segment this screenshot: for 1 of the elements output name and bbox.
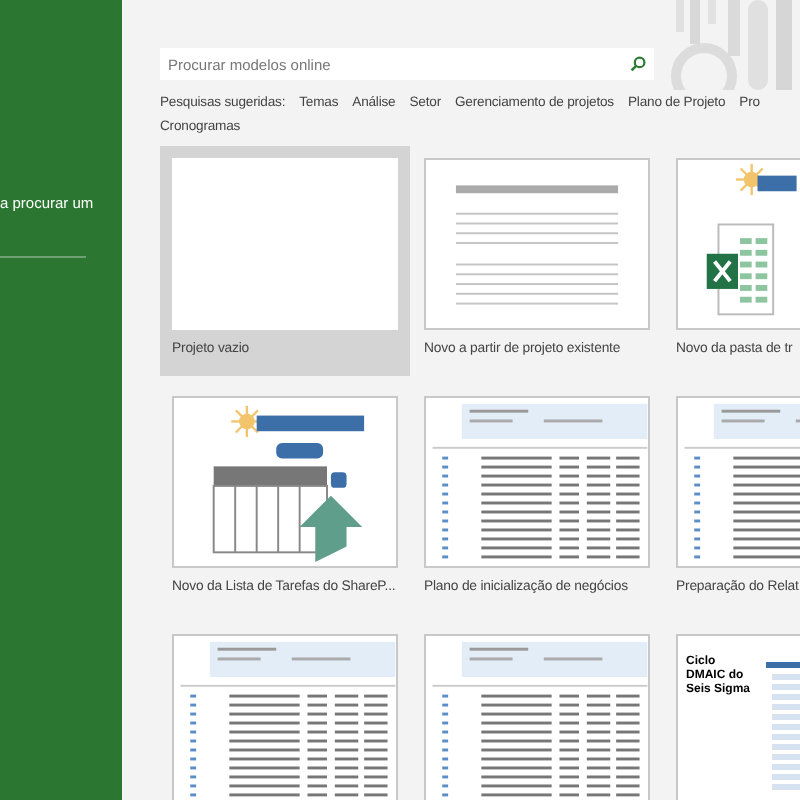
search-icon[interactable] [630, 56, 646, 72]
